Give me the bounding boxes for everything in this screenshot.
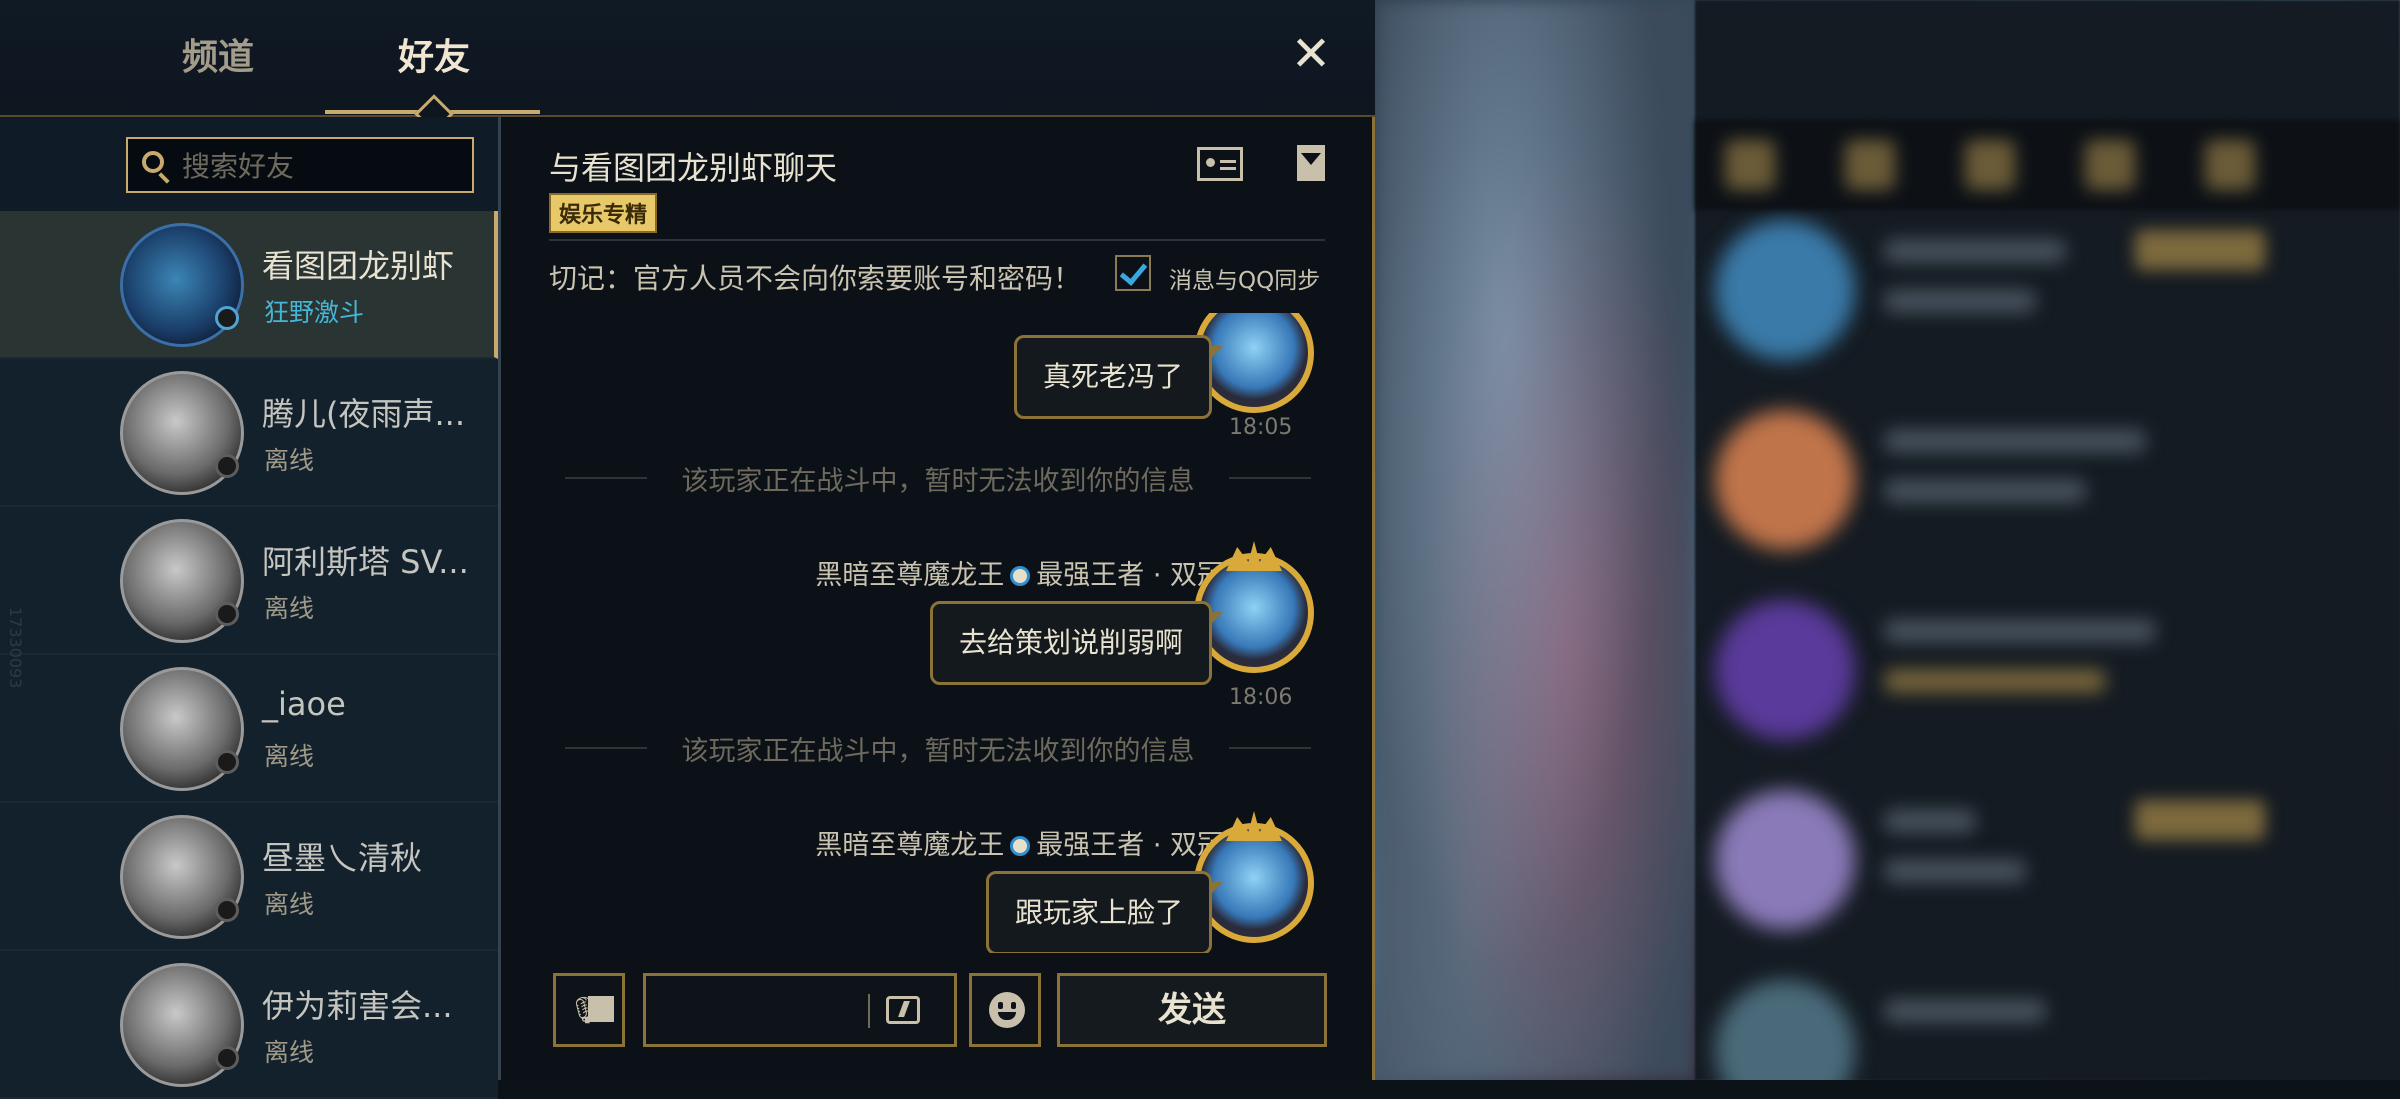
social-header: 频道 好友 ✕ [0,0,1375,134]
friend-status: 狂野激斗 [264,298,365,327]
qq-sync-label: 消息与QQ同步 [1169,268,1321,294]
profile-card-icon[interactable] [1197,147,1243,181]
security-notice: 切记：官方人员不会向你索要账号和密码！ [549,262,1082,295]
mastery-tag-badge: 娱乐专精 [549,193,658,233]
message-time: 18:05 [1229,415,1293,440]
friend-item[interactable]: 昼墨乀清秋 离线 [0,803,498,951]
chat-title: 与看图团龙别虾聊天 [549,149,838,187]
friend-status: 离线 [264,1038,315,1067]
friend-status: 离线 [264,446,315,475]
friend-status: 离线 [264,594,315,623]
background-icon-strip [1695,120,2400,210]
emoji-button[interactable] [969,973,1041,1047]
chat-panel: 与看图团龙别虾聊天 娱乐专精 切记：官方人员不会向你索要账号和密码！ 消息与QQ… [501,117,1375,1080]
avatar [120,667,244,791]
mail-icon[interactable] [1297,145,1325,181]
friend-item[interactable]: 阿利斯塔 SV... 离线 [0,507,498,655]
check-icon [1119,257,1148,286]
friend-item[interactable]: _iaoe 离线 [0,655,498,803]
background-game-area [1375,0,2400,1080]
quick-message-icon[interactable] [886,996,920,1024]
status-indicator [215,898,239,922]
search-input[interactable] [180,139,464,193]
message-bubble: 跟玩家上脸了 [985,871,1224,953]
search-icon [142,151,164,173]
tab-friends[interactable]: 好友 [398,28,470,80]
message-sender-line: 黑暗至尊魔龙王 最强王者 · 双冠 [815,823,1224,862]
search-box[interactable] [126,137,474,193]
status-indicator [215,306,239,330]
keyboard-icon [588,996,614,1022]
status-indicator [215,454,239,478]
friend-list-panel: 看图团龙别虾 狂野激斗 腾儿(夜雨声... 离线 阿利斯塔 SV... 离线 _… [0,117,500,1099]
send-button[interactable]: 发送 [1057,973,1327,1047]
friend-name: _iaoe [262,685,346,723]
friend-name: 腾儿(夜雨声... [262,395,466,433]
friend-status: 离线 [264,890,315,919]
close-button[interactable]: ✕ [1290,30,1332,78]
status-indicator [215,1046,239,1070]
background-art [1375,0,1695,1080]
sender-avatar[interactable] [1194,313,1314,413]
friend-name: 昼墨乀清秋 [262,839,423,877]
friend-name: 阿利斯塔 SV... [262,543,469,581]
system-message: 该玩家正在战斗中，暂时无法收到你的信息 [565,729,1311,768]
sender-name: 黑暗至尊魔龙王 [815,830,1005,861]
friend-name: 伊为莉害会... [262,987,453,1025]
friend-name: 看图团龙别虾 [262,247,455,285]
field-separator [868,994,870,1028]
status-indicator [215,602,239,626]
divider [549,239,1325,241]
friend-item[interactable]: 伊为莉害会... 离线 [0,951,498,1099]
tab-channel[interactable]: 频道 [182,28,254,80]
avatar [120,519,244,643]
microphone-icon: 🎙 [568,996,602,1026]
avatar [120,815,244,939]
message-bubble: 真死老冯了 [1013,335,1224,419]
sender-rank: 最强王者 · 双冠 [1036,830,1224,861]
voice-toggle-button[interactable]: 🎙 [553,973,625,1047]
friend-list: 看图团龙别虾 狂野激斗 腾儿(夜雨声... 离线 阿利斯塔 SV... 离线 _… [0,211,498,1099]
friend-item[interactable]: 腾儿(夜雨声... 离线 [0,359,498,507]
message-input[interactable] [656,984,860,1038]
friend-status: 离线 [264,742,315,771]
message-field [643,973,957,1047]
message-sender-line: 黑暗至尊魔龙王 最强王者 · 双冠 [815,553,1224,592]
close-icon: ✕ [1290,26,1332,82]
side-watermark: 17330093 [6,607,25,689]
chat-input-bar: 🎙 发送 [553,973,1329,1049]
status-indicator [215,750,239,774]
system-message: 该玩家正在战斗中，暂时无法收到你的信息 [565,459,1311,498]
message-time: 18:06 [1229,685,1293,710]
rank-icon [1010,566,1031,586]
rank-icon [1010,836,1031,856]
avatar [120,963,244,1087]
friend-item[interactable]: 看图团龙别虾 狂野激斗 [0,211,498,359]
emoji-icon [989,992,1025,1028]
message-list[interactable]: 真死老冯了 18:05 该玩家正在战斗中，暂时无法收到你的信息 黑暗至尊魔龙王最… [501,313,1372,953]
sender-name: 黑暗至尊魔龙王 [815,560,1005,591]
avatar [120,223,244,347]
message-bubble: 去给策划说削弱啊 [929,601,1224,685]
sender-rank: 最强王者 · 双冠 [1036,560,1224,591]
qq-sync-checkbox[interactable] [1115,255,1151,291]
avatar [120,371,244,495]
